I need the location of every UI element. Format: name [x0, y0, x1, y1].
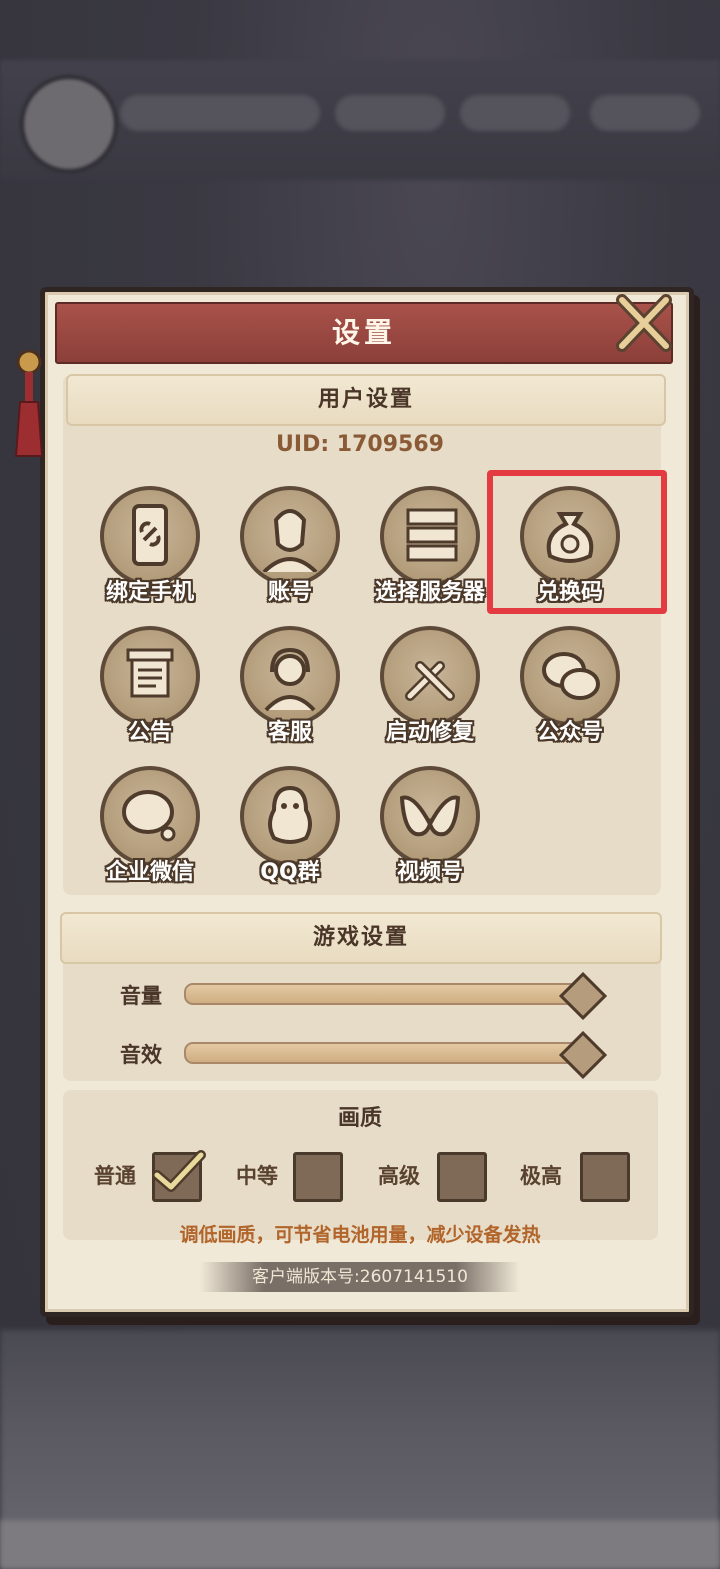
ground — [0, 1520, 720, 1569]
dialog-header: 设置 — [55, 302, 673, 364]
quality-title: 画质 — [337, 1106, 382, 1131]
enterprise-wechat-icon — [100, 766, 200, 866]
currency-blue — [460, 95, 570, 131]
wechat-icon — [520, 626, 620, 726]
currency-gold — [590, 95, 700, 131]
dialog-title: 设置 — [331, 316, 396, 349]
quality-medium-label: 中等 — [236, 1164, 278, 1188]
player-name-bar — [120, 95, 320, 131]
account-button[interactable]: 账号 — [220, 486, 360, 616]
character-portrait-icon — [240, 486, 340, 586]
select-server-button[interactable]: 选择服务器 — [360, 486, 500, 616]
headset-agent-icon — [240, 626, 340, 726]
quality-hint: 调低画质，可节省电池用量，减少设备发热 — [179, 1224, 541, 1246]
quality-ultra-checkbox[interactable] — [580, 1152, 630, 1202]
bind-phone-button[interactable]: 绑定手机 — [80, 486, 220, 616]
user-settings-title: 用户设置 — [66, 374, 666, 426]
customer-service-label: 客服 — [267, 720, 312, 745]
quality-normal-checkbox[interactable] — [152, 1150, 206, 1202]
currency-green — [335, 95, 445, 131]
qq-group-button[interactable]: QQ群 — [220, 766, 360, 896]
sfx-label: 音效 — [120, 1043, 162, 1067]
uid-text: UID: 1709569 — [276, 432, 444, 457]
account-label: 账号 — [267, 580, 312, 605]
server-icon — [380, 486, 480, 586]
qq-group-label: QQ群 — [260, 860, 320, 885]
quality-high-checkbox[interactable] — [437, 1152, 487, 1202]
notice-board-icon — [100, 626, 200, 726]
sfx-slider[interactable] — [184, 1042, 588, 1064]
startup-repair-label: 启动修复 — [385, 720, 474, 745]
game-settings-title: 游戏设置 — [60, 912, 662, 964]
phone-link-icon — [100, 486, 200, 586]
announcement-button[interactable]: 公告 — [80, 626, 220, 756]
redeem-code-highlight-box — [487, 470, 667, 614]
select-server-label: 选择服务器 — [374, 580, 485, 605]
volume-slider[interactable] — [184, 983, 588, 1005]
wrench-tools-icon — [380, 626, 480, 726]
quality-ultra-label: 极高 — [520, 1164, 562, 1188]
announcement-label: 公告 — [127, 720, 172, 745]
official-account-label: 公众号 — [536, 720, 603, 745]
startup-repair-button[interactable]: 启动修复 — [360, 626, 500, 756]
quality-normal-label: 普通 — [94, 1164, 136, 1188]
volume-label: 音量 — [120, 984, 162, 1008]
quality-medium-checkbox[interactable] — [293, 1152, 343, 1202]
bind-phone-label: 绑定手机 — [105, 580, 194, 605]
video-channel-label: 视频号 — [396, 860, 463, 885]
checkmark-icon — [152, 1150, 206, 1192]
official-account-button[interactable]: 公众号 — [500, 626, 640, 756]
quality-high-label: 高级 — [378, 1164, 420, 1188]
enterprise-wechat-label: 企业微信 — [105, 860, 194, 885]
enterprise-wechat-button[interactable]: 企业微信 — [80, 766, 220, 896]
close-icon — [616, 294, 672, 352]
video-channel-button[interactable]: 视频号 — [360, 766, 500, 896]
client-version: 客户端版本号:2607141510 — [200, 1262, 520, 1292]
customer-service-button[interactable]: 客服 — [220, 626, 360, 756]
channels-icon — [380, 766, 480, 866]
close-button[interactable] — [612, 292, 674, 354]
qq-penguin-icon — [240, 766, 340, 866]
player-avatar — [20, 75, 118, 173]
